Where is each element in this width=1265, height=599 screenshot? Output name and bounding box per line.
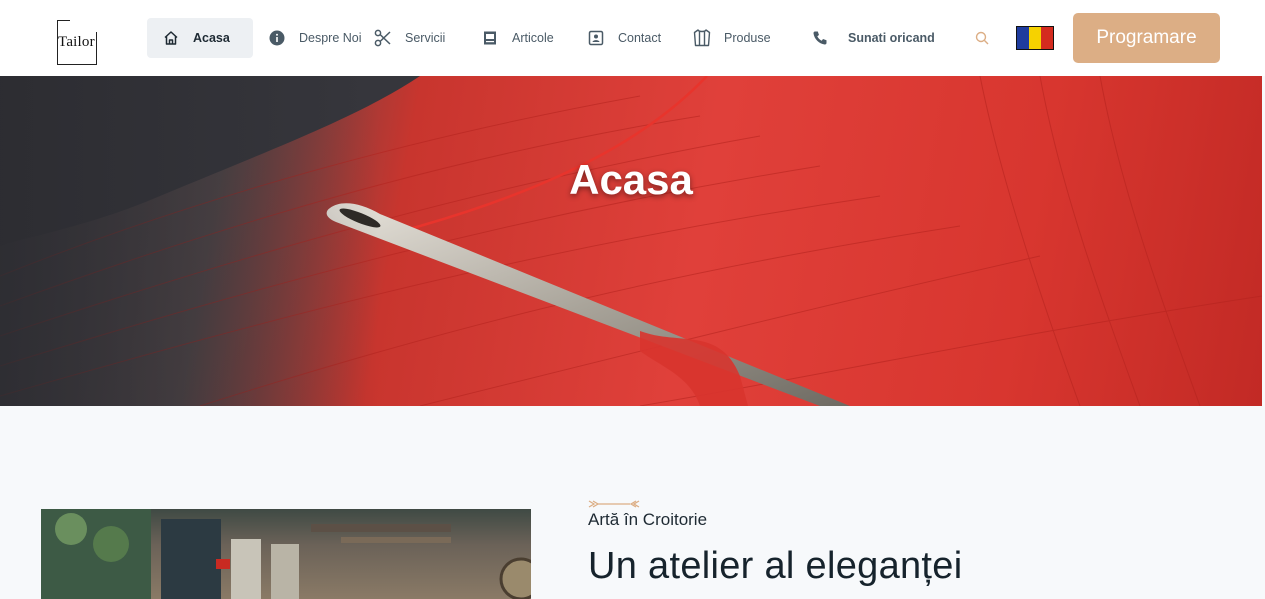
- nav-label: Acasa: [193, 31, 230, 45]
- nav-item-acasa[interactable]: Acasa: [147, 18, 253, 58]
- flag-stripe-blue: [1017, 27, 1029, 49]
- nav-item-despre-noi[interactable]: Despre Noi: [267, 18, 362, 58]
- scissors-icon: [373, 28, 393, 48]
- hero-title: Acasa: [569, 156, 693, 203]
- phone-icon: [810, 28, 830, 48]
- workshop-photo: [41, 509, 531, 599]
- shirt-icon: [692, 28, 712, 48]
- ornament-divider: [588, 497, 640, 509]
- section-heading: Un atelier al eleganței: [588, 545, 963, 587]
- nav-label: Despre Noi: [299, 31, 362, 45]
- article-icon: [480, 28, 500, 48]
- home-icon: [161, 28, 181, 48]
- logo-frame-gap: [70, 20, 98, 32]
- hero-banner: Acasa: [0, 76, 1262, 406]
- nav-label: Articole: [512, 31, 554, 45]
- nav-item-contact[interactable]: Contact: [586, 18, 661, 58]
- programare-button[interactable]: Programare: [1073, 13, 1220, 63]
- flag-stripe-red: [1041, 27, 1053, 49]
- nav-item-articole[interactable]: Articole: [480, 18, 554, 58]
- flag-stripe-yellow: [1029, 27, 1041, 49]
- nav-label: Sunati oricand: [848, 31, 935, 45]
- workshop-photo-illustration: [41, 509, 531, 599]
- nav-item-servicii[interactable]: Servicii: [373, 18, 445, 58]
- nav-label: Contact: [618, 31, 662, 45]
- contact-icon: [586, 28, 606, 48]
- section-kicker: Artă în Croitorie: [588, 510, 708, 529]
- site-header: Tailor Acasa Despre Noi Servicii Articol…: [0, 0, 1265, 76]
- nav-item-phone[interactable]: Sunati oricand: [810, 18, 935, 58]
- nav-item-produse[interactable]: Produse: [692, 18, 771, 58]
- info-icon: [267, 28, 287, 48]
- nav-label: Produse: [724, 31, 771, 45]
- nav-label: Servicii: [405, 31, 446, 45]
- thread-spool-image: [0, 76, 1262, 406]
- search-icon[interactable]: [972, 28, 992, 48]
- logo-text: Tailor: [58, 34, 95, 50]
- romania-flag-icon[interactable]: [1016, 26, 1054, 50]
